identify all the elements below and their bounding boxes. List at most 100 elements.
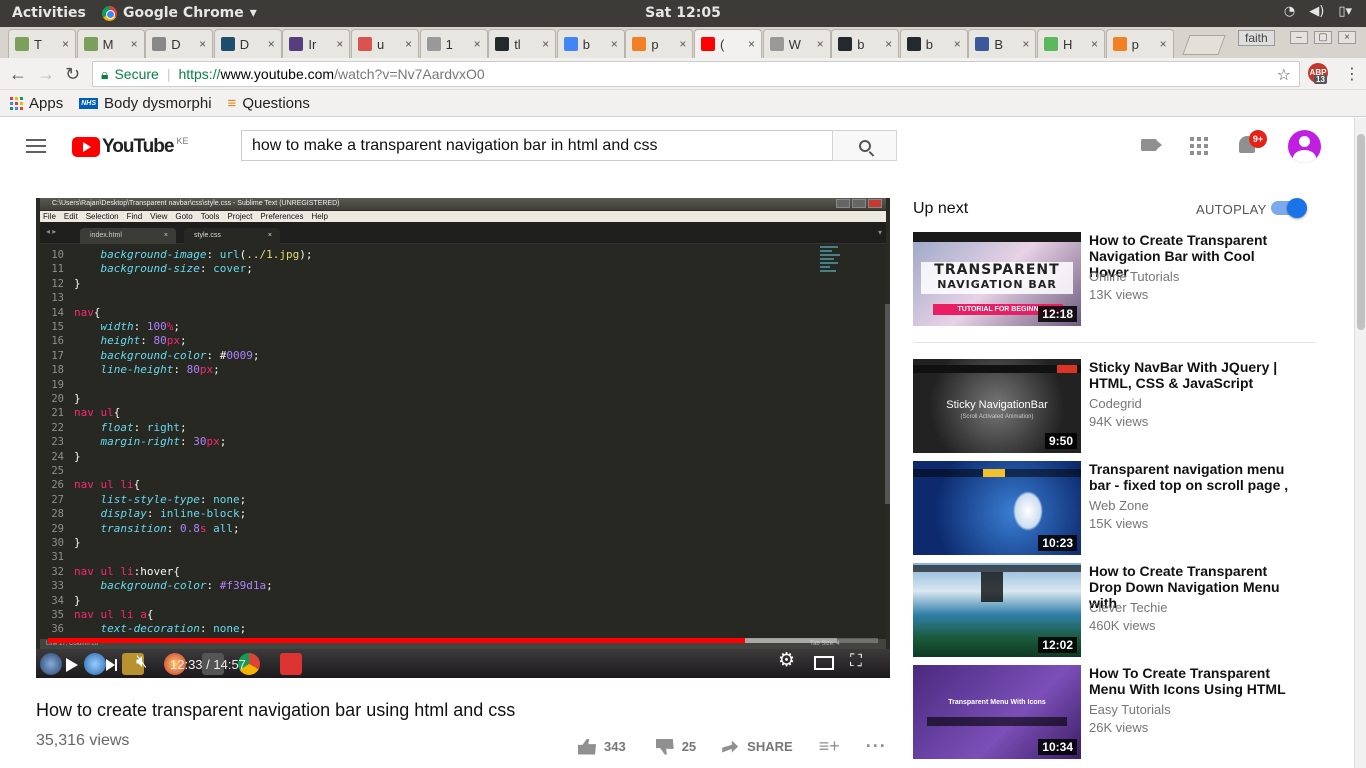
- rec-channel[interactable]: Easy Tutorials: [1089, 702, 1171, 717]
- tab-close-icon[interactable]: ×: [1160, 37, 1167, 51]
- tab-close-icon[interactable]: ×: [268, 37, 275, 51]
- thumbnail[interactable]: 12:02: [913, 563, 1081, 657]
- like-icon[interactable]: [578, 738, 596, 755]
- dislike-icon[interactable]: [655, 738, 674, 755]
- thumbnail[interactable]: 10:23: [913, 461, 1081, 555]
- share-icon[interactable]: [722, 740, 739, 753]
- browser-tab[interactable]: B ×: [968, 29, 1037, 58]
- search-input[interactable]: how to make a transparent navigation bar…: [241, 130, 833, 161]
- rec-video-4[interactable]: 12:02 How to Create Transparent Drop Dow…: [913, 563, 1318, 657]
- tab-favicon-icon: [769, 37, 784, 51]
- rec-video-3[interactable]: 10:23 Transparent navigation menu bar - …: [913, 461, 1318, 555]
- hamburger-menu-icon[interactable]: [26, 139, 46, 153]
- browser-tab[interactable]: 1 ×: [419, 29, 488, 58]
- tab-title: M: [102, 36, 114, 52]
- tab-close-icon[interactable]: ×: [748, 37, 755, 51]
- minimize-button[interactable]: ‒: [1290, 31, 1308, 44]
- address-bar[interactable]: 🔒︎ Secure | https:// www.youtube.com /wa…: [92, 61, 1300, 87]
- rec-video-2[interactable]: Sticky NavigationBar (Scroll Activated A…: [913, 359, 1318, 453]
- tab-close-icon[interactable]: ×: [1091, 37, 1098, 51]
- new-tab-button[interactable]: [1182, 35, 1226, 55]
- browser-tab[interactable]: b ×: [899, 29, 968, 58]
- tab-close-icon[interactable]: ×: [611, 37, 618, 51]
- next-icon[interactable]: [106, 659, 115, 671]
- tab-close-icon[interactable]: ×: [405, 37, 412, 51]
- browser-tab[interactable]: tl ×: [488, 29, 557, 58]
- youtube-logo[interactable]: YouTube KE: [72, 136, 188, 158]
- settings-gear-icon[interactable]: ⚙: [778, 651, 795, 670]
- rec-video-5[interactable]: Transparent Menu With Icons 10:34 How To…: [913, 665, 1318, 759]
- tab-close-icon[interactable]: ×: [199, 37, 206, 51]
- tab-close-icon[interactable]: ×: [131, 37, 138, 51]
- forward-icon[interactable]: →: [37, 64, 55, 85]
- wifi-icon[interactable]: ◔: [1284, 4, 1295, 19]
- more-actions-icon[interactable]: ···: [866, 736, 887, 757]
- tab-close-icon[interactable]: ×: [885, 37, 892, 51]
- tab-close-icon[interactable]: ×: [954, 37, 961, 51]
- bookmark-questions[interactable]: ≡ Questions: [228, 95, 310, 112]
- tab-close-icon[interactable]: ×: [679, 37, 686, 51]
- close-window-button[interactable]: ×: [1338, 31, 1356, 44]
- browser-tab[interactable]: W ×: [762, 29, 831, 58]
- tab-close-icon[interactable]: ×: [62, 37, 69, 51]
- profile-button[interactable]: faith: [1238, 30, 1275, 46]
- chrome-menu-icon[interactable]: ⋮: [1344, 64, 1360, 84]
- video-progress-bar[interactable]: [48, 638, 878, 643]
- thumbnail[interactable]: TRANSPARENT NAVIGATION BAR TUTORIAL FOR …: [913, 232, 1081, 326]
- video-player[interactable]: C:\Users\Rajan\Desktop\Transparent navba…: [36, 198, 890, 678]
- add-to-playlist-icon[interactable]: ≡+: [819, 736, 840, 757]
- theater-mode-icon[interactable]: [814, 656, 834, 670]
- search-button[interactable]: [832, 130, 897, 161]
- rec-title[interactable]: How To Create Transparent Menu With Icon…: [1089, 665, 1289, 697]
- browser-tab[interactable]: p ×: [1105, 29, 1174, 58]
- share-button[interactable]: SHARE: [747, 739, 793, 754]
- page-scrollbar[interactable]: [1354, 118, 1366, 768]
- browser-tab[interactable]: b ×: [556, 29, 625, 58]
- tab-close-icon[interactable]: ×: [817, 37, 824, 51]
- back-icon[interactable]: ←: [9, 64, 27, 85]
- browser-tab[interactable]: H ×: [1037, 29, 1105, 58]
- mute-icon[interactable]: 🔇︎: [136, 652, 147, 670]
- apps-icon[interactable]: [1190, 137, 1208, 155]
- maximize-button[interactable]: ▢: [1314, 31, 1332, 44]
- scrollbar-thumb[interactable]: [1357, 134, 1365, 330]
- tab-close-icon[interactable]: ×: [542, 37, 549, 51]
- browser-tab[interactable]: b ×: [831, 29, 900, 58]
- browser-tab[interactable]: p ×: [625, 29, 694, 58]
- fullscreen-icon[interactable]: ⛶: [850, 652, 862, 670]
- bookmark-apps[interactable]: Apps: [10, 95, 63, 112]
- browser-tab[interactable]: D ×: [213, 29, 282, 58]
- browser-tab[interactable]: (×: [694, 29, 762, 58]
- rec-video-1[interactable]: TRANSPARENT NAVIGATION BAR TUTORIAL FOR …: [913, 232, 1318, 326]
- thumbnail[interactable]: Transparent Menu With Icons 10:34: [913, 665, 1081, 759]
- bookmark-star-icon[interactable]: ☆: [1277, 65, 1291, 85]
- adblock-extension-icon[interactable]: ABP 13: [1308, 63, 1328, 84]
- bookmark-body-dysmorphia[interactable]: NHS Body dysmorphi: [79, 95, 212, 112]
- play-icon[interactable]: [66, 658, 78, 672]
- browser-tab[interactable]: T ×: [8, 29, 76, 58]
- clock[interactable]: Sat 12:05: [0, 5, 1366, 21]
- rec-channel[interactable]: Online Tutorials: [1089, 269, 1179, 284]
- tab-close-icon[interactable]: ×: [336, 37, 343, 51]
- browser-tab[interactable]: u ×: [351, 29, 419, 58]
- tab-close-icon[interactable]: ×: [1022, 37, 1029, 51]
- autoplay-toggle[interactable]: [1271, 198, 1307, 218]
- rec-title[interactable]: Transparent navigation menu bar - fixed …: [1089, 461, 1289, 493]
- avatar[interactable]: [1288, 130, 1321, 163]
- thumbnail[interactable]: Sticky NavigationBar (Scroll Activated A…: [913, 359, 1081, 453]
- battery-icon[interactable]: ▯▾: [1338, 4, 1352, 19]
- up-next-heading: Up next: [913, 200, 969, 217]
- browser-tab[interactable]: D ×: [145, 29, 214, 58]
- rec-channel[interactable]: Clever Techie: [1089, 600, 1168, 615]
- rec-title[interactable]: Sticky NavBar With JQuery | HTML, CSS & …: [1089, 359, 1289, 391]
- browser-tab[interactable]: M ×: [76, 29, 145, 58]
- reload-icon[interactable]: ↻: [65, 64, 80, 85]
- browser-tab[interactable]: Ir ×: [282, 29, 351, 58]
- sublime-window-buttons: [836, 199, 882, 208]
- system-tray[interactable]: ◔ ◀) ▯▾: [1284, 4, 1352, 19]
- rec-channel[interactable]: Codegrid: [1089, 396, 1142, 411]
- tab-close-icon[interactable]: ×: [474, 37, 481, 51]
- volume-icon[interactable]: ◀): [1309, 4, 1324, 19]
- rec-channel[interactable]: Web Zone: [1089, 498, 1149, 513]
- upload-video-icon[interactable]: [1141, 139, 1162, 151]
